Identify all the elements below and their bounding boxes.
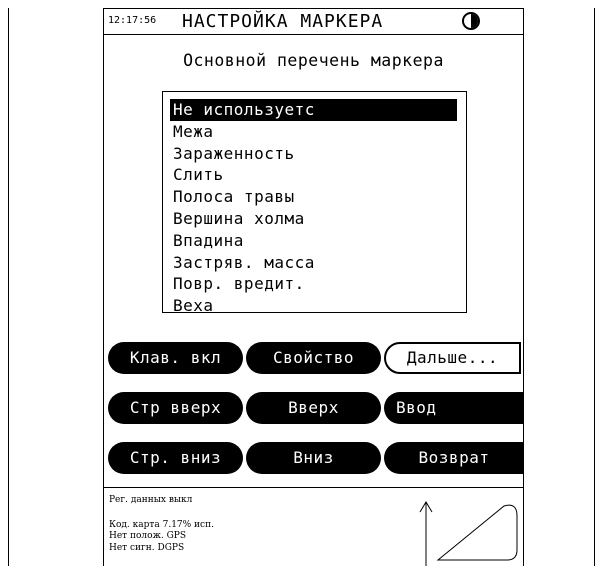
list-item[interactable]: Повр. вредит. [170,273,457,295]
title-bar: 12:17:56 НАСТРОЙКА МАРКЕРА [104,9,523,35]
list-item[interactable]: Зараженность [170,143,457,165]
data-recording-status: Рег. данных выкл [109,495,193,505]
page-down-button[interactable]: Стр. вниз [108,442,243,474]
clock: 12:17:56 [108,15,157,26]
list-item[interactable]: Вершина холма [170,208,457,230]
list-item[interactable]: Застряв. масса [170,252,457,274]
gps-status: Нет полож. GPS [109,531,186,541]
list-item[interactable]: Впадина [170,230,457,252]
up-button[interactable]: Вверх [246,392,381,424]
list-item[interactable]: Межа [170,121,457,143]
down-button[interactable]: Вниз [246,442,381,474]
keyboard-on-button[interactable]: Клав. вкл [108,342,243,374]
back-button[interactable]: Возврат [384,442,524,474]
page-up-button[interactable]: Стр вверх [108,392,243,424]
enter-button[interactable]: Ввод [384,392,524,424]
marker-listbox[interactable]: Не используетс Межа Зараженность Слить П… [162,91,467,315]
list-item[interactable]: Слить [170,164,457,186]
marker-list: Не используетс Межа Зараженность Слить П… [170,99,457,317]
field-shape-icon [436,504,518,561]
list-item[interactable]: Полоса травы [170,186,457,208]
marker-settings-screen: 12:17:56 НАСТРОЙКА МАРКЕРА Основной пере… [103,8,524,566]
more-button[interactable]: Дальше... [384,342,521,374]
screen-title: НАСТРОЙКА МАРКЕРА [182,11,384,32]
outer-frame-left [8,8,9,566]
outer-frame-right [594,8,595,566]
property-button[interactable]: Свойство [246,342,381,374]
dgps-status: Нет сигн. DGPS [109,543,185,553]
contrast-icon[interactable] [462,12,480,30]
list-item[interactable]: Веха [170,295,457,317]
map-code-status: Код. карта 7.17% исп. [109,520,214,530]
status-panel: Рег. данных выкл Код. карта 7.17% исп. Н… [104,487,523,567]
arrow-up-icon [419,501,433,566]
list-item[interactable]: Не используетс [170,99,457,121]
list-heading: Основной перечень маркера [183,51,444,70]
field-map-icon [419,501,518,566]
